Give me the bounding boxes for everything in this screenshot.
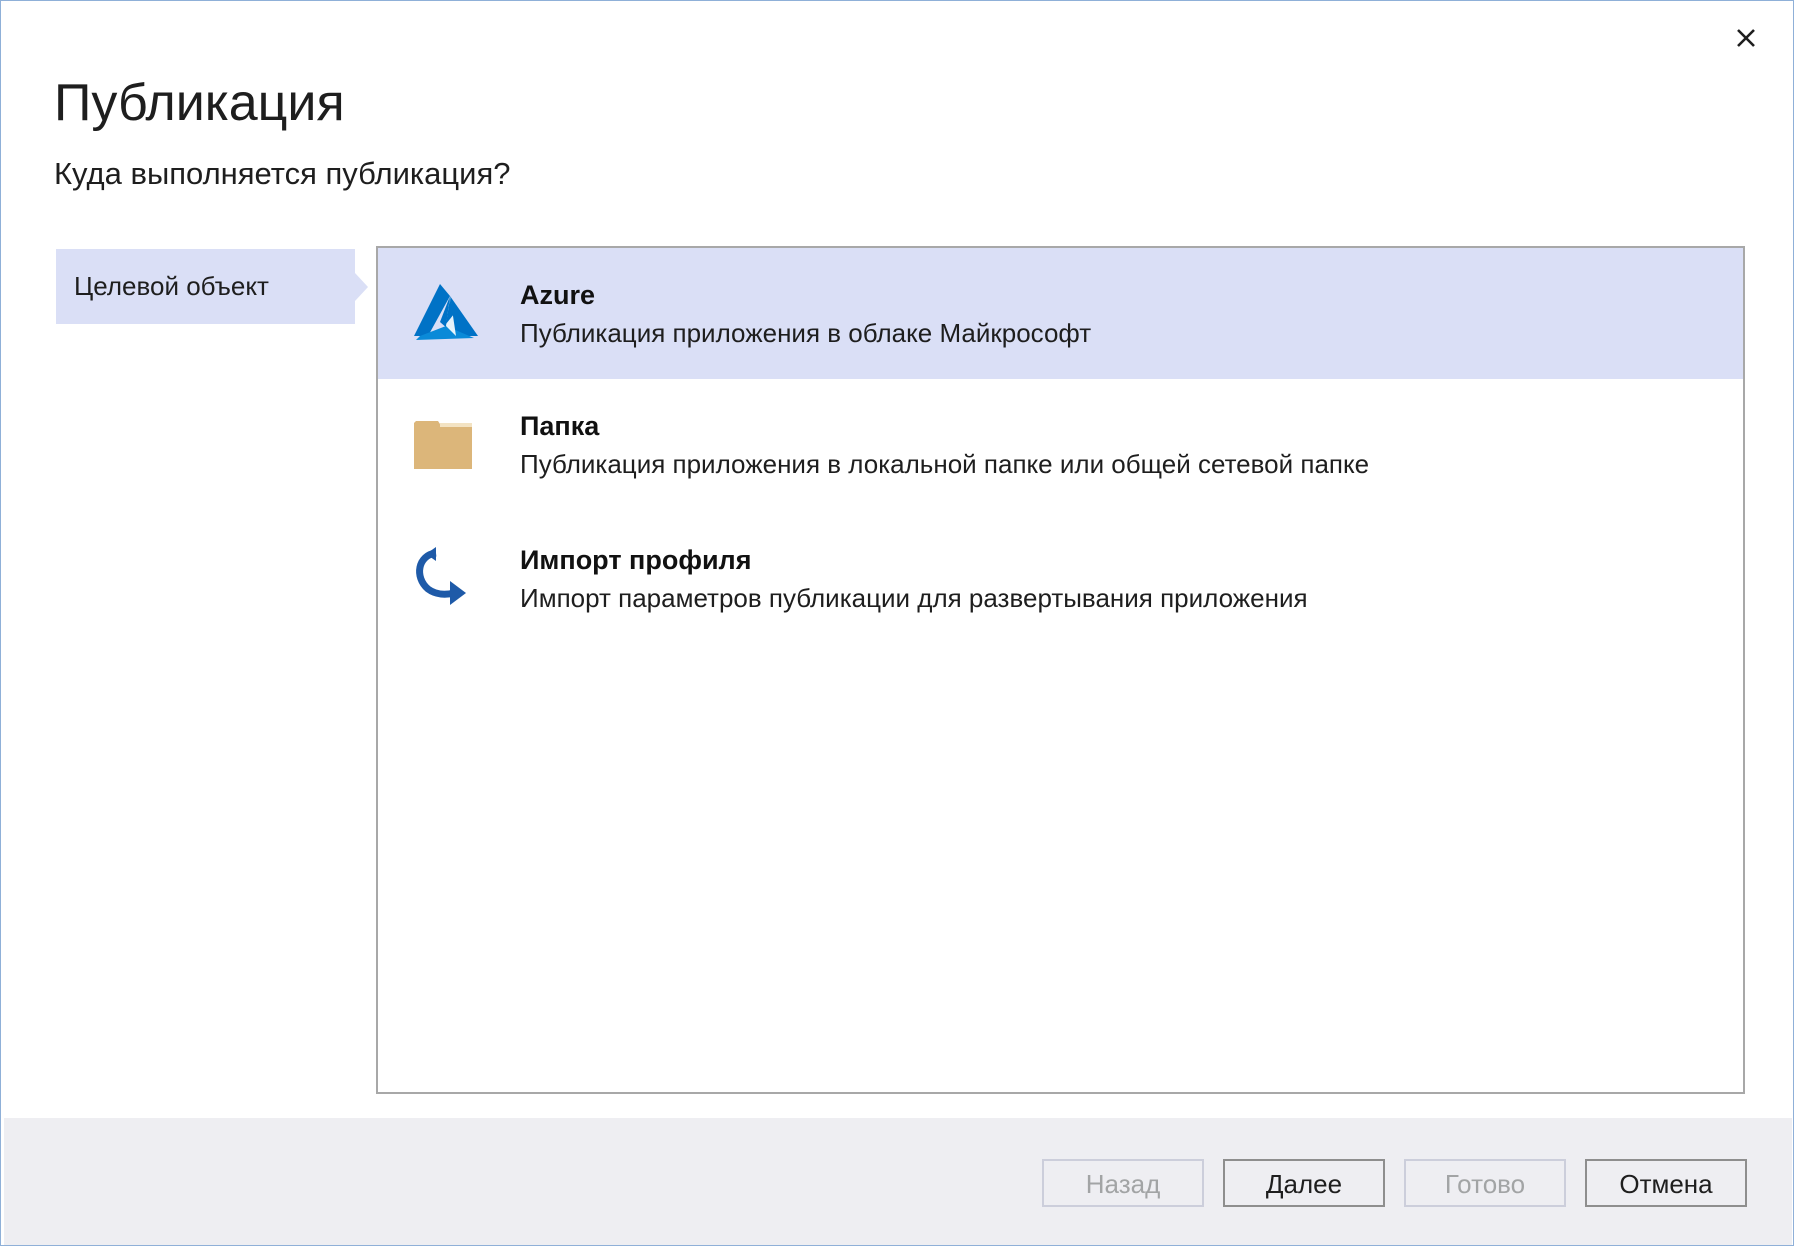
back-button[interactable]: Назад — [1042, 1159, 1204, 1207]
target-title: Импорт профиля — [520, 545, 752, 575]
target-option-folder[interactable]: Папка Публикация приложения в локальной … — [378, 379, 1743, 510]
publish-dialog: Публикация Куда выполняется публикация? … — [0, 0, 1794, 1246]
target-description: Импорт параметров публикации для разверт… — [520, 583, 1308, 613]
dialog-subtitle: Куда выполняется публикация? — [54, 156, 511, 191]
target-option-import-profile[interactable]: Импорт профиля Импорт параметров публика… — [378, 513, 1743, 644]
folder-icon — [414, 421, 472, 469]
sidebar-item-label: Целевой объект — [74, 271, 269, 301]
target-list: Azure Публикация приложения в облаке Май… — [376, 246, 1745, 1094]
azure-logo-icon — [414, 284, 478, 340]
target-description: Публикация приложения в облаке Майкрософ… — [520, 318, 1092, 348]
finish-button[interactable]: Готово — [1404, 1159, 1566, 1207]
selection-pointer — [355, 273, 368, 301]
target-description: Публикация приложения в локальной папке … — [520, 449, 1370, 479]
target-title: Azure — [520, 280, 596, 310]
target-title: Папка — [520, 411, 600, 441]
cancel-button[interactable]: Отмена — [1585, 1159, 1747, 1207]
sidebar-item-target[interactable]: Целевой объект — [56, 249, 368, 324]
next-button[interactable]: Далее — [1223, 1159, 1385, 1207]
close-icon — [1737, 29, 1755, 47]
dialog-title: Публикация — [54, 74, 345, 132]
target-option-azure[interactable]: Azure Публикация приложения в облаке Май… — [378, 248, 1743, 379]
close-button[interactable] — [1729, 21, 1763, 55]
import-arrow-icon — [416, 547, 466, 605]
